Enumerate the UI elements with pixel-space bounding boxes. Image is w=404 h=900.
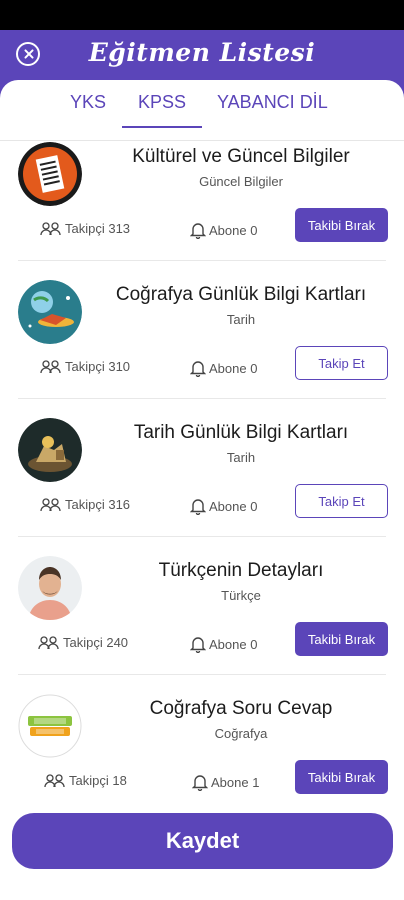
followers-label: Takipçi 18 — [69, 773, 127, 788]
list-item: Tarih Günlük Bilgi Kartları Tarih Takipç… — [0, 408, 404, 546]
subscribers-count: Abone 0 — [190, 221, 257, 239]
followers-label: Takipçi 240 — [63, 635, 129, 650]
subscribers-label: Abone 0 — [209, 636, 258, 652]
card-category: Türkçe — [221, 588, 261, 603]
followers-icon — [44, 773, 65, 787]
tab-kpss[interactable]: KPSS — [138, 92, 186, 113]
newspaper-logo — [18, 142, 82, 206]
card-title: Tarih Günlük Bilgi Kartları — [133, 422, 349, 443]
status-bar — [0, 0, 404, 30]
card-title: Kültürel ve Güncel Bilgiler — [132, 146, 350, 167]
bell-icon — [190, 223, 206, 239]
subscribers-count: Abone 1 — [192, 773, 259, 791]
subscribers-label: Abone 0 — [209, 222, 258, 238]
list-item: Türkçenin Detayları Türkçe Takipçi 240 A… — [0, 546, 404, 684]
followers-count: Takipçi 313 — [40, 221, 130, 236]
subscribers-count: Abone 0 — [190, 359, 257, 377]
followers-count: Takipçi 316 — [40, 497, 130, 512]
active-tab-indicator — [122, 126, 202, 128]
unfollow-button[interactable]: Takibi Bırak — [295, 622, 388, 656]
followers-icon — [40, 359, 61, 373]
bell-icon — [190, 361, 206, 377]
tab-bar: YKS KPSS YABANCI DİL — [0, 92, 404, 141]
card-title: Coğrafya Soru Cevap — [149, 698, 333, 719]
followers-icon — [40, 221, 61, 235]
followers-count: Takipçi 310 — [40, 359, 130, 374]
bell-icon — [190, 637, 206, 653]
follow-button[interactable]: Takip Et — [295, 346, 388, 380]
quiz-logo — [18, 694, 82, 758]
subscribers-label: Abone 1 — [211, 774, 260, 790]
subscribers-label: Abone 0 — [209, 498, 258, 514]
card-category: Tarih — [226, 312, 256, 327]
tab-yabanci-dil[interactable]: YABANCI DİL — [217, 92, 328, 113]
bell-icon — [190, 499, 206, 515]
card-title: Türkçenin Detayları — [158, 560, 324, 581]
page-title: Eğitmen Listesi — [88, 38, 316, 67]
list-item: Coğrafya Soru Cevap Coğrafya Takipçi 18 … — [0, 684, 404, 822]
list-item: Coğrafya Günlük Bilgi Kartları Tarih Tak… — [0, 270, 404, 408]
card-category: Coğrafya — [214, 726, 268, 741]
unfollow-button[interactable]: Takibi Bırak — [295, 760, 388, 794]
followers-label: Takipçi 310 — [65, 359, 131, 374]
card-category: Güncel Bilgiler — [199, 174, 283, 189]
tab-yks[interactable]: YKS — [70, 92, 106, 113]
card-title: Coğrafya Günlük Bilgi Kartları — [115, 284, 367, 305]
unfollow-button[interactable]: Takibi Bırak — [295, 208, 388, 242]
followers-label: Takipçi 316 — [65, 497, 131, 512]
followers-icon — [40, 497, 61, 511]
bell-icon — [192, 775, 208, 791]
follow-button[interactable]: Takip Et — [295, 484, 388, 518]
list-item: Kültürel ve Güncel Bilgiler Güncel Bilgi… — [0, 132, 404, 270]
subscribers-count: Abone 0 — [190, 635, 257, 653]
followers-count: Takipçi 18 — [44, 773, 127, 788]
followers-icon — [38, 635, 59, 649]
divider — [18, 260, 386, 261]
save-button[interactable]: Kaydet — [12, 813, 393, 869]
subscribers-count: Abone 0 — [190, 497, 257, 515]
divider — [18, 398, 386, 399]
divider — [18, 536, 386, 537]
divider — [18, 674, 386, 675]
followers-count: Takipçi 240 — [38, 635, 128, 650]
subscribers-label: Abone 0 — [209, 360, 258, 376]
followers-label: Takipçi 313 — [65, 221, 131, 236]
globe-space-logo — [18, 280, 82, 344]
content-sheet: YKS KPSS YABANCI DİL Kültürel ve Güncel … — [0, 80, 404, 900]
card-category: Tarih — [226, 450, 256, 465]
history-scene-logo — [18, 418, 82, 482]
person-photo — [18, 556, 82, 620]
